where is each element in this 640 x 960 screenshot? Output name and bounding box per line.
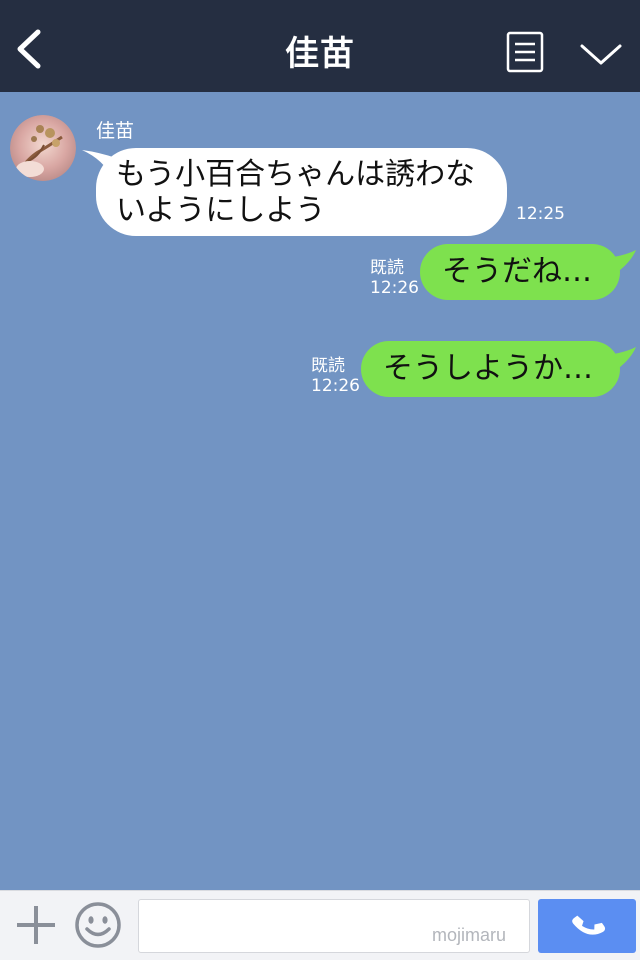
message-time: 12:25: [516, 204, 565, 224]
call-button[interactable]: [538, 899, 636, 953]
avatar[interactable]: [10, 115, 76, 181]
chevron-down-icon: [580, 44, 622, 65]
menu-icon: [506, 31, 544, 73]
bubble-tail: [606, 250, 636, 276]
collapse-button[interactable]: [578, 36, 624, 70]
smiley-icon: [75, 902, 121, 948]
avatar-image: [10, 115, 76, 181]
menu-button[interactable]: [506, 31, 544, 73]
emoji-button[interactable]: [74, 901, 122, 949]
chat-area[interactable]: 佳苗 もう小百合ちゃんは誘わな いようにしよう 12:25 既読 12:26 そ…: [0, 92, 640, 890]
phone-icon: [572, 915, 606, 935]
message-text: そうしようか…: [383, 351, 593, 386]
bubble-tail: [606, 347, 636, 373]
message-time: 12:26: [370, 278, 419, 298]
message-time: 12:26: [311, 376, 360, 396]
read-receipt: 既読 12:26: [311, 356, 360, 396]
watermark: mojimaru: [432, 925, 507, 945]
input-bar: mojimaru: [0, 890, 640, 960]
sender-name: 佳苗: [96, 120, 135, 142]
message-text: そうだね…: [442, 254, 592, 289]
outgoing-message-bubble[interactable]: そうしようか…: [361, 341, 620, 397]
read-receipt: 既読 12:26: [370, 258, 419, 298]
plus-icon: [17, 906, 55, 944]
read-label: 既読: [311, 356, 345, 376]
message-line: いようにしよう: [116, 193, 326, 228]
message-line: もう小百合ちゃんは誘わな: [116, 157, 476, 192]
outgoing-message-bubble[interactable]: そうだね…: [420, 244, 620, 300]
read-label: 既読: [370, 258, 404, 278]
chat-title: 佳苗: [285, 34, 355, 74]
add-attachment-button[interactable]: [14, 903, 58, 947]
incoming-message-bubble[interactable]: もう小百合ちゃんは誘わな いようにしよう: [96, 148, 507, 236]
chat-header: 佳苗: [0, 0, 640, 92]
